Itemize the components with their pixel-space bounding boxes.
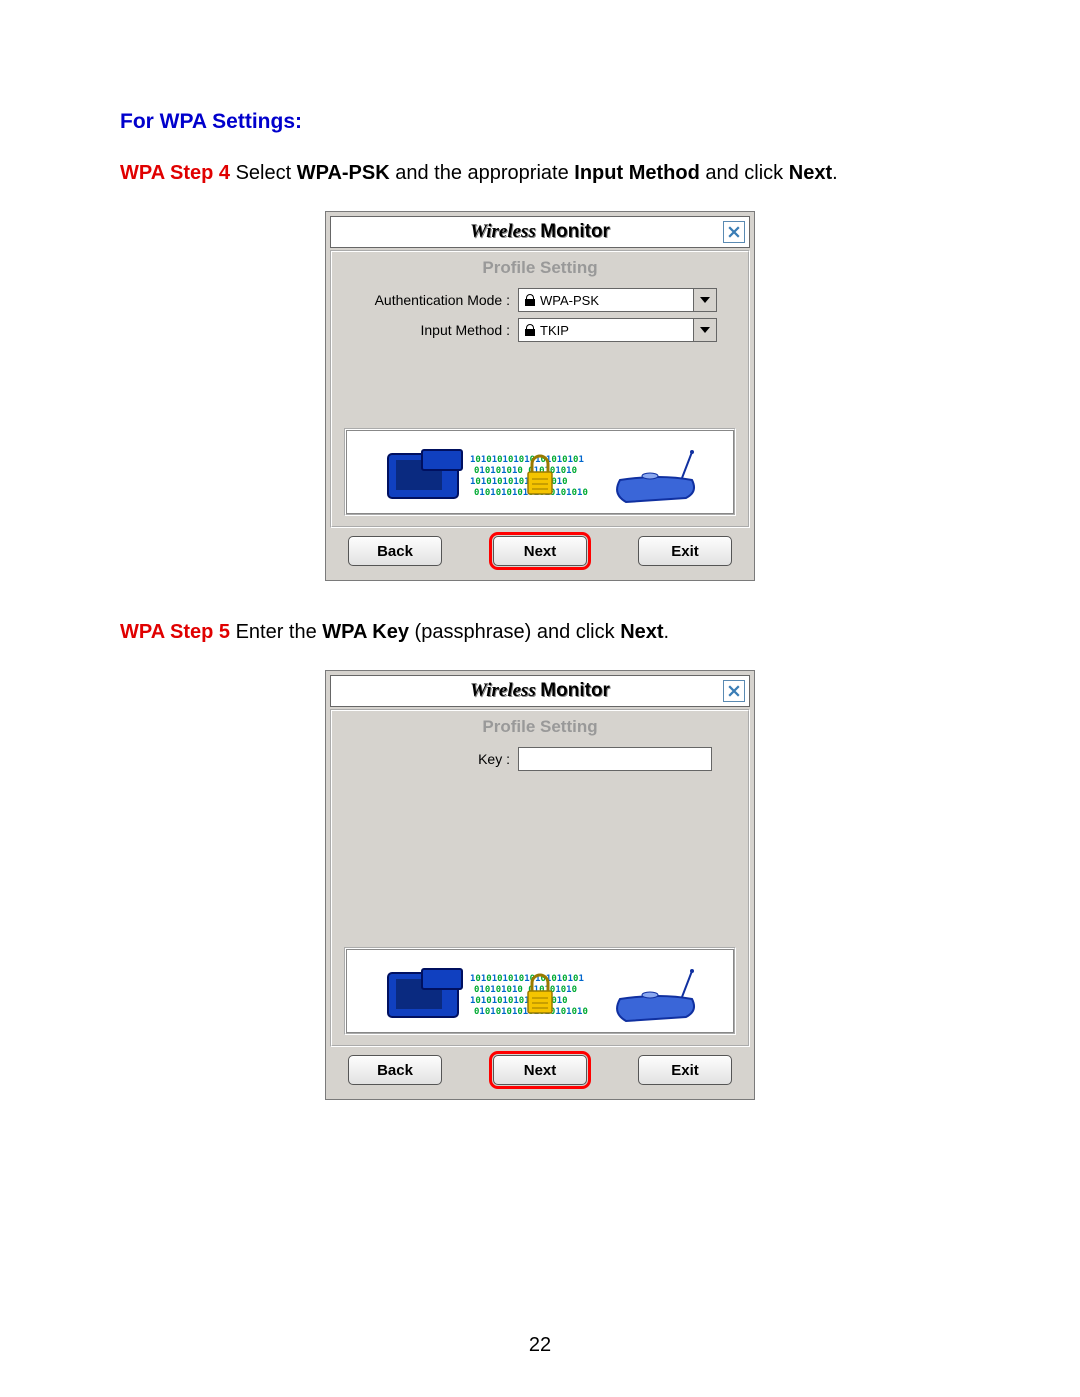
close-icon (728, 226, 740, 238)
text: and the appropriate (390, 162, 575, 184)
step-5-tag: WPA Step 5 (120, 621, 230, 643)
svg-text:101010101010101010101: 101010101010101010101 (470, 455, 584, 465)
input-method-value: TKIP (540, 323, 569, 338)
input-method-row: Input Method : TKIP (342, 318, 738, 342)
exit-button[interactable]: Exit (638, 1055, 732, 1085)
close-icon (728, 685, 740, 697)
wireless-monitor-dialog-1: Wireless Monitor Profile Setting Authent… (325, 211, 755, 581)
step-5-text: WPA Step 5 Enter the WPA Key (passphrase… (120, 621, 960, 644)
chevron-down-icon[interactable] (693, 318, 717, 342)
bold-wpa-key: WPA Key (322, 621, 409, 643)
text: (passphrase) and click (409, 621, 620, 643)
button-row: Back Next Exit (328, 1049, 752, 1097)
panel-title: Profile Setting (332, 711, 748, 747)
text: and click (700, 162, 789, 184)
panel-title: Profile Setting (332, 252, 748, 288)
close-button[interactable] (723, 680, 745, 702)
input-method-select[interactable]: TKIP (518, 318, 696, 342)
close-button[interactable] (723, 221, 745, 243)
next-button[interactable]: Next (493, 1055, 587, 1085)
dialog-titlebar: Wireless Monitor (330, 675, 750, 707)
dialog-panel: Profile Setting Key : 101010101010101010 (330, 709, 750, 1047)
title-monitor: Monitor (540, 221, 610, 242)
lock-icon (525, 294, 535, 306)
title-wireless: Wireless (470, 680, 536, 701)
auth-mode-label: Authentication Mode : (342, 292, 518, 308)
step-4-text: WPA Step 4 Select WPA-PSK and the approp… (120, 162, 960, 185)
bold-next: Next (789, 162, 832, 184)
chevron-down-icon[interactable] (693, 288, 717, 312)
network-lock-illustration-icon: 101010101010101010101 010101010 01010101… (360, 951, 720, 1031)
next-button[interactable]: Next (493, 536, 587, 566)
svg-text:10101010101 101010: 10101010101 101010 (470, 996, 568, 1006)
section-heading: For WPA Settings: (120, 110, 960, 134)
svg-text:010101010 010101010: 010101010 010101010 (474, 985, 577, 995)
auth-mode-value: WPA-PSK (540, 293, 599, 308)
svg-text:10101010101 101010: 10101010101 101010 (470, 477, 568, 487)
exit-button[interactable]: Exit (638, 536, 732, 566)
step-4-tag: WPA Step 4 (120, 162, 230, 184)
text: . (664, 621, 670, 643)
svg-text:010101010 010101010: 010101010 010101010 (474, 466, 577, 476)
text: . (832, 162, 838, 184)
illustration: 101010101010101010101 010101010 01010101… (344, 947, 736, 1035)
bold-next: Next (620, 621, 663, 643)
dialog-titlebar: Wireless Monitor (330, 216, 750, 248)
text: Enter the (230, 621, 322, 643)
document-page: For WPA Settings: WPA Step 4 Select WPA-… (0, 0, 1080, 1397)
auth-mode-select[interactable]: WPA-PSK (518, 288, 696, 312)
key-label: Key : (342, 751, 518, 767)
illustration: 101010101010101010101 010101010 01010101… (344, 428, 736, 516)
button-row: Back Next Exit (328, 530, 752, 578)
svg-text:101010101010101010101: 101010101010101010101 (470, 974, 584, 984)
back-button[interactable]: Back (348, 1055, 442, 1085)
input-method-label: Input Method : (342, 322, 518, 338)
auth-mode-row: Authentication Mode : WPA-PSK (342, 288, 738, 312)
bold-input-method: Input Method (574, 162, 700, 184)
back-button[interactable]: Back (348, 536, 442, 566)
lock-icon (525, 324, 535, 336)
dialog-panel: Profile Setting Authentication Mode : WP… (330, 250, 750, 528)
key-input[interactable] (518, 747, 712, 771)
network-lock-illustration-icon: 101010101010101010101 010101010 01010101… (360, 432, 720, 512)
key-row: Key : (342, 747, 738, 771)
bold-wpapsk: WPA-PSK (297, 162, 390, 184)
text: Select (230, 162, 297, 184)
title-wireless: Wireless (470, 221, 536, 242)
title-monitor: Monitor (540, 680, 610, 701)
page-number: 22 (0, 1334, 1080, 1357)
wireless-monitor-dialog-2: Wireless Monitor Profile Setting Key : (325, 670, 755, 1100)
